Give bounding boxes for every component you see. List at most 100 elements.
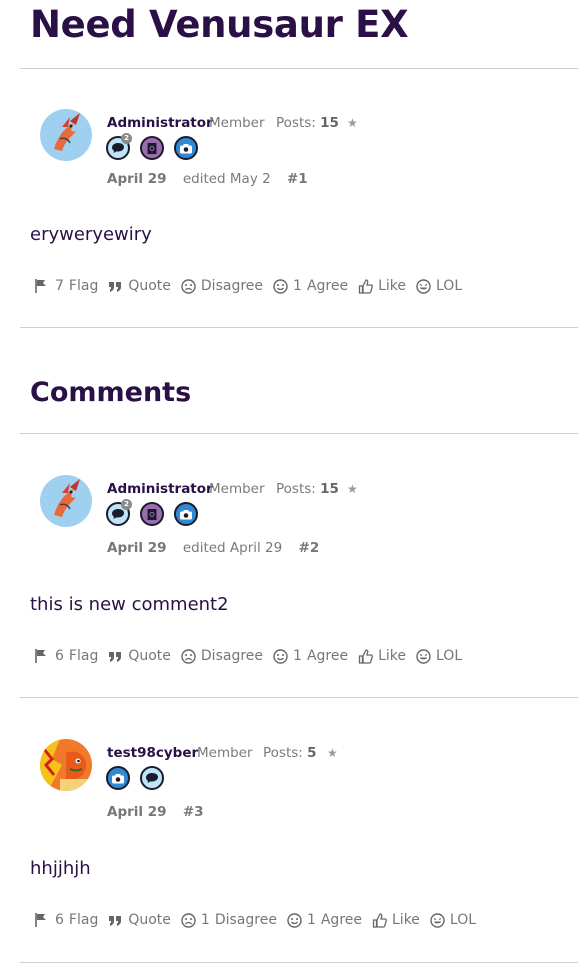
badge-count: 2 <box>121 133 132 144</box>
post-dateline: April 29 #3 <box>107 804 204 820</box>
author-role: Member <box>209 481 265 497</box>
author-role: Member <box>197 745 253 761</box>
flag-icon <box>35 913 46 927</box>
flag-label: Flag <box>68 278 99 294</box>
flag-button[interactable]: 6 Flag <box>34 912 98 928</box>
laugh-icon <box>416 648 431 664</box>
post-number[interactable]: #2 <box>299 540 320 556</box>
comment-badge-icon[interactable]: 2 <box>106 133 132 160</box>
disagree-label: Disagree <box>214 912 277 928</box>
avatar[interactable] <box>40 109 92 161</box>
lol-button[interactable]: LOL <box>416 648 462 664</box>
post-count-label: Posts: <box>276 481 316 497</box>
book-badge-icon[interactable] <box>140 136 164 160</box>
post-number[interactable]: #1 <box>287 171 308 187</box>
quote-button[interactable]: Quote <box>108 912 171 928</box>
post-count: Posts: 15 <box>276 115 339 131</box>
lol-label: LOL <box>436 278 463 294</box>
post-body: hhjjhjh <box>30 858 91 879</box>
agree-button[interactable]: 1 Agree <box>287 912 362 928</box>
post-count: Posts: 15 <box>276 481 339 497</box>
agree-button[interactable]: 1 Agree <box>273 278 348 294</box>
disagree-button[interactable]: 1 Disagree <box>181 912 277 928</box>
post-dateline: April 29 edited May 2 #1 <box>107 171 308 187</box>
like-label: Like <box>378 648 406 664</box>
post-body: this is new comment2 <box>30 594 229 615</box>
like-label: Like <box>392 912 420 928</box>
badges <box>106 766 164 790</box>
lol-button[interactable]: LOL <box>430 912 476 928</box>
author-name[interactable]: Administrator <box>107 481 213 497</box>
comment-badge-icon[interactable]: 2 <box>106 499 132 526</box>
post-count-label: Posts: <box>276 115 316 131</box>
like-button[interactable]: Like <box>372 912 420 928</box>
post-date[interactable]: April 29 <box>107 540 167 556</box>
disagree-label: Disagree <box>200 278 264 294</box>
smile-icon <box>273 278 288 294</box>
camera-badge-icon[interactable] <box>106 766 130 790</box>
agree-label: Agree <box>306 648 349 664</box>
edited-label: edited May 2 <box>182 171 271 187</box>
book-badge-icon[interactable] <box>140 502 164 526</box>
laugh-icon <box>430 912 445 928</box>
post-count-value: 15 <box>320 115 339 131</box>
flag-icon <box>35 279 46 293</box>
comment-badge-icon[interactable] <box>140 766 164 790</box>
post-date[interactable]: April 29 <box>107 804 167 820</box>
camera-badge-icon[interactable] <box>174 502 198 526</box>
divider <box>20 962 578 963</box>
post-number[interactable]: #3 <box>183 804 204 820</box>
disagree-count: 1 <box>200 912 210 928</box>
agree-count: 1 <box>293 648 302 664</box>
post-count-label: Posts: <box>263 745 303 761</box>
camera-badge-icon[interactable] <box>174 136 198 160</box>
divider <box>20 327 578 328</box>
like-label: Like <box>378 278 406 294</box>
like-button[interactable]: Like <box>358 278 406 294</box>
flag-count: 7 <box>55 278 64 294</box>
thumbs-up-icon <box>358 648 374 664</box>
author-name[interactable]: Administrator <box>107 115 213 131</box>
flag-icon <box>35 649 46 663</box>
quote-label: Quote <box>128 278 171 294</box>
frown-icon <box>181 278 196 294</box>
thumbs-up-icon <box>372 912 387 928</box>
post-date[interactable]: April 29 <box>107 171 167 187</box>
lol-label: LOL <box>449 912 477 928</box>
discussion-title: Need Venusaur EX <box>30 3 409 46</box>
star-icon[interactable]: ★ <box>327 746 338 760</box>
quote-button[interactable]: Quote <box>108 648 171 664</box>
avatar[interactable] <box>40 475 92 527</box>
quote-icon <box>109 651 122 662</box>
flag-button[interactable]: 7 Flag <box>34 278 98 294</box>
disagree-button[interactable]: Disagree <box>181 278 263 294</box>
star-icon[interactable]: ★ <box>347 116 358 130</box>
agree-button[interactable]: 1 Agree <box>273 648 348 664</box>
disagree-button[interactable]: Disagree <box>181 648 263 664</box>
agree-count: 1 <box>293 278 302 294</box>
smile-icon <box>287 912 302 928</box>
disagree-label: Disagree <box>200 648 264 664</box>
reaction-bar: 6 Flag Quote 1 Disagree 1 Agree Like LOL <box>34 912 486 928</box>
quote-icon <box>109 281 122 292</box>
badges: 2 <box>106 133 198 160</box>
thumbs-up-icon <box>358 278 374 294</box>
post-dateline: April 29 edited April 29 #2 <box>107 540 319 556</box>
reaction-bar: 6 Flag Quote Disagree 1 Agree Like LOL <box>34 648 472 664</box>
flag-button[interactable]: 6 Flag <box>34 648 98 664</box>
star-icon[interactable]: ★ <box>347 482 358 496</box>
quote-button[interactable]: Quote <box>108 278 171 294</box>
quote-icon <box>109 915 122 926</box>
quote-label: Quote <box>128 912 171 928</box>
lol-button[interactable]: LOL <box>416 278 462 294</box>
post-body: eryweryewiry <box>30 224 152 245</box>
flag-count: 6 <box>55 648 64 664</box>
edited-label: edited April 29 <box>182 540 283 556</box>
author-role: Member <box>209 115 265 131</box>
avatar[interactable] <box>40 739 92 791</box>
divider <box>20 433 578 434</box>
badges: 2 <box>106 499 198 526</box>
like-button[interactable]: Like <box>358 648 406 664</box>
lol-label: LOL <box>436 648 463 664</box>
author-name[interactable]: test98cyber <box>107 745 198 761</box>
